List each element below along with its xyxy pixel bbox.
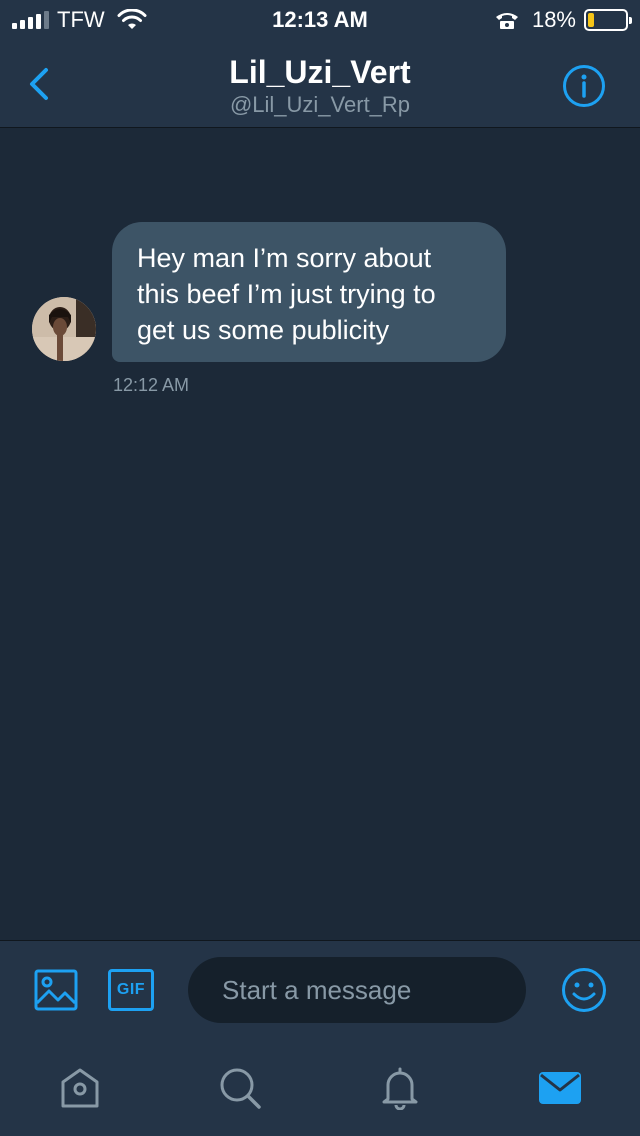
status-right: 18% [494,6,632,34]
message-bubble[interactable]: Hey man I’m sorry about this beef I’m ju… [112,222,506,362]
message-timestamp: 12:12 AM [113,375,190,395]
phone-icon [495,13,518,29]
battery-level-fill [588,13,594,27]
contact-name[interactable]: Lil_Uzi_Vert [0,54,640,90]
status-bar: TFW 12:13 AM 18% [0,0,640,40]
emoji-icon[interactable] [561,967,607,1013]
message-input[interactable] [188,957,526,1023]
mail-icon[interactable] [538,1066,582,1110]
message-composer: GIF [0,940,640,1040]
message-text-line: this beef I’m just trying to [137,279,436,309]
battery-percent: 18% [531,7,576,32]
search-icon[interactable] [218,1066,262,1110]
message-list: Hey man I’m sorry about this beef I’m ju… [0,129,640,940]
contact-handle: @Lil_Uzi_Vert_Rp [229,92,411,117]
gif-label: GIF [116,981,146,998]
avatar-image [32,297,96,361]
info-icon[interactable] [562,64,606,108]
battery-icon [584,9,632,31]
image-icon[interactable] [34,969,78,1011]
conversation-header: Lil_Uzi_Vert @Lil_Uzi_Vert_Rp [0,40,640,128]
avatar[interactable] [32,297,96,361]
message-text-line: get us some publicity [137,315,390,345]
dm-screen: TFW 12:13 AM 18% Lil_Uzi_Vert @Lil_Uzi_V… [0,0,640,1136]
tab-bar [0,1040,640,1136]
message-text-line: Hey man I’m sorry about [137,243,432,273]
home-icon[interactable] [58,1066,102,1110]
gif-button[interactable]: GIF [108,969,154,1011]
bell-icon[interactable] [378,1066,422,1110]
